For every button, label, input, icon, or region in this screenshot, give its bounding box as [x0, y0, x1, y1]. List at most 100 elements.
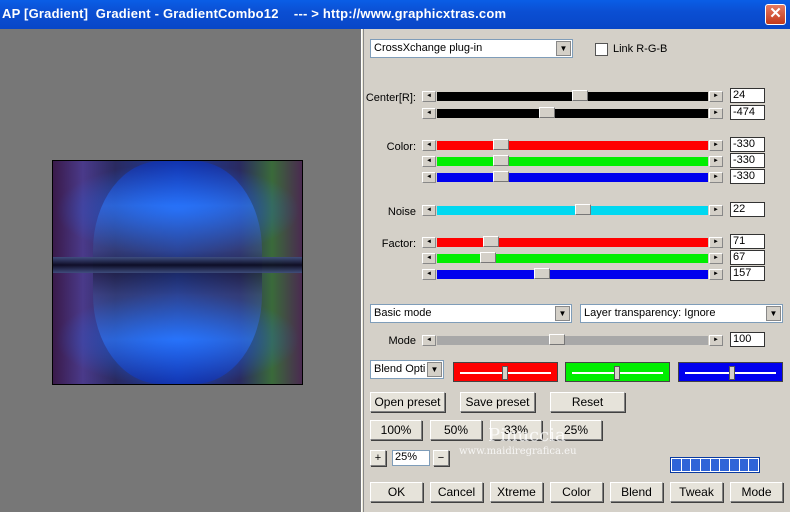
title-bar: AP [Gradient] Gradient - GradientCombo12…: [0, 0, 790, 29]
slider-thumb[interactable]: [575, 204, 591, 215]
chevron-down-icon[interactable]: ▼: [427, 362, 442, 377]
slider-thumb[interactable]: [483, 236, 499, 247]
slider-thumb[interactable]: [534, 268, 550, 279]
chevron-down-icon[interactable]: ▼: [556, 41, 571, 56]
slider-track[interactable]: [437, 254, 708, 263]
mode-dropdown[interactable]: Basic mode ▼: [370, 304, 572, 323]
arrow-right-icon[interactable]: ►: [709, 91, 723, 102]
color-label: Color:: [386, 141, 416, 153]
center-value-2[interactable]: -474: [730, 105, 765, 120]
preview-horizon-band: [53, 257, 302, 273]
slider-track[interactable]: [437, 109, 708, 118]
arrow-left-icon[interactable]: ◄: [422, 205, 436, 216]
arrow-left-icon[interactable]: ◄: [422, 108, 436, 119]
transparency-dropdown[interactable]: Layer transparency: Ignore ▼: [580, 304, 783, 323]
arrow-left-icon[interactable]: ◄: [422, 91, 436, 102]
plugin-dropdown-value: CrossXchange plug-in: [374, 42, 483, 54]
mode-value[interactable]: 100: [730, 332, 765, 347]
color-value-blue[interactable]: -330: [730, 169, 765, 184]
arrow-right-icon[interactable]: ►: [709, 335, 723, 346]
chevron-down-icon[interactable]: ▼: [766, 306, 781, 321]
slider-track[interactable]: [437, 206, 708, 215]
zoom-minus-button[interactable]: −: [433, 450, 449, 466]
slider-track[interactable]: [437, 157, 708, 166]
reset-button[interactable]: Reset: [550, 392, 625, 412]
arrow-left-icon[interactable]: ◄: [422, 269, 436, 280]
slider-track[interactable]: [437, 238, 708, 247]
arrow-left-icon[interactable]: ◄: [422, 253, 436, 264]
color-slider-blue[interactable]: ◄ ►: [422, 171, 723, 183]
zoom-50-button[interactable]: 50%: [430, 420, 482, 440]
slider-thumb[interactable]: [549, 334, 565, 345]
arrow-right-icon[interactable]: ►: [709, 172, 723, 183]
blend-options-dropdown[interactable]: Blend Opti ▼: [370, 360, 444, 379]
slider-thumb[interactable]: [493, 171, 509, 182]
watermark-name: Pinuccia: [488, 425, 566, 446]
arrow-right-icon[interactable]: ►: [709, 205, 723, 216]
channel-knob[interactable]: [614, 366, 620, 380]
slider-thumb[interactable]: [493, 139, 509, 150]
factor-value-blue[interactable]: 157: [730, 266, 765, 281]
cancel-button[interactable]: Cancel: [430, 482, 483, 502]
channel-knob[interactable]: [729, 366, 735, 380]
arrow-right-icon[interactable]: ►: [709, 269, 723, 280]
ok-button[interactable]: OK: [370, 482, 423, 502]
slider-track[interactable]: [437, 336, 708, 345]
arrow-left-icon[interactable]: ◄: [422, 172, 436, 183]
slider-thumb[interactable]: [480, 252, 496, 263]
arrow-right-icon[interactable]: ►: [709, 237, 723, 248]
center-slider-1[interactable]: ◄ ►: [422, 90, 723, 102]
color-slider-green[interactable]: ◄ ►: [422, 155, 723, 167]
channel-knob[interactable]: [502, 366, 508, 380]
blue-channel-box[interactable]: [678, 362, 783, 382]
controls-panel: CrossXchange plug-in ▼ Link R-G-B Center…: [364, 29, 790, 512]
green-channel-box[interactable]: [565, 362, 670, 382]
mode-slider-label: Mode: [388, 335, 416, 347]
slider-track[interactable]: [437, 173, 708, 182]
arrow-left-icon[interactable]: ◄: [422, 156, 436, 167]
plugin-dropdown[interactable]: CrossXchange plug-in ▼: [370, 39, 573, 58]
zoom-value[interactable]: 25%: [392, 450, 430, 466]
noise-slider[interactable]: ◄ ►: [422, 204, 723, 216]
slider-thumb[interactable]: [572, 90, 588, 101]
factor-slider-red[interactable]: ◄ ►: [422, 236, 723, 248]
color-value-red[interactable]: -330: [730, 137, 765, 152]
factor-value-green[interactable]: 67: [730, 250, 765, 265]
xtreme-button[interactable]: Xtreme: [490, 482, 543, 502]
slider-thumb[interactable]: [493, 155, 509, 166]
noise-value[interactable]: 22: [730, 202, 765, 217]
arrow-right-icon[interactable]: ►: [709, 156, 723, 167]
save-preset-button[interactable]: Save preset: [460, 392, 535, 412]
tweak-button[interactable]: Tweak: [670, 482, 723, 502]
slider-track[interactable]: [437, 270, 708, 279]
color-slider-red[interactable]: ◄ ►: [422, 139, 723, 151]
arrow-left-icon[interactable]: ◄: [422, 237, 436, 248]
color-value-green[interactable]: -330: [730, 153, 765, 168]
mode-button[interactable]: Mode: [730, 482, 783, 502]
center-value-1[interactable]: 24: [730, 88, 765, 103]
arrow-right-icon[interactable]: ►: [709, 108, 723, 119]
zoom-100-button[interactable]: 100%: [370, 420, 422, 440]
color-button[interactable]: Color: [550, 482, 603, 502]
mode-slider[interactable]: ◄ ►: [422, 334, 723, 346]
blend-button[interactable]: Blend: [610, 482, 663, 502]
close-icon: ✕: [769, 5, 782, 22]
factor-slider-green[interactable]: ◄ ►: [422, 252, 723, 264]
arrow-left-icon[interactable]: ◄: [422, 140, 436, 151]
window-title: AP [Gradient] Gradient - GradientCombo12…: [2, 6, 507, 21]
zoom-plus-button[interactable]: +: [370, 450, 386, 466]
center-slider-2[interactable]: ◄ ►: [422, 107, 723, 119]
factor-value-red[interactable]: 71: [730, 234, 765, 249]
blend-options-value: Blend Opti: [374, 363, 426, 375]
arrow-right-icon[interactable]: ►: [709, 140, 723, 151]
slider-thumb[interactable]: [539, 107, 555, 118]
close-button[interactable]: ✕: [765, 4, 786, 25]
factor-slider-blue[interactable]: ◄ ►: [422, 268, 723, 280]
open-preset-button[interactable]: Open preset: [370, 392, 445, 412]
chevron-down-icon[interactable]: ▼: [555, 306, 570, 321]
arrow-right-icon[interactable]: ►: [709, 253, 723, 264]
red-channel-box[interactable]: [453, 362, 558, 382]
slider-track[interactable]: [437, 141, 708, 150]
arrow-left-icon[interactable]: ◄: [422, 335, 436, 346]
link-rgb-checkbox[interactable]: [595, 43, 608, 56]
